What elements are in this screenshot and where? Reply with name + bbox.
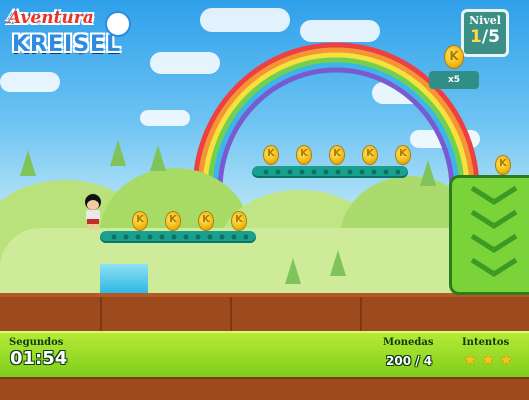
coin-multiplier: x5 — [429, 71, 479, 89]
logo-line2: KREISEL — [12, 32, 122, 57]
coin: K — [297, 146, 311, 164]
tries-label: Intentos — [462, 337, 510, 348]
compass-icon — [105, 11, 131, 37]
tree — [285, 258, 301, 284]
coin: K — [330, 146, 344, 164]
coins-label: Monedas — [383, 337, 434, 348]
star-icon: ★ — [463, 350, 478, 369]
player-character — [85, 194, 101, 230]
tree — [420, 160, 436, 186]
coin: K — [496, 156, 510, 174]
tree — [150, 145, 166, 171]
hud-bar — [0, 331, 529, 379]
star-icon: ★ — [481, 350, 496, 369]
platform-lower — [100, 231, 256, 243]
coin: K — [396, 146, 410, 164]
time-label: Segundos — [9, 337, 64, 348]
game-canvas[interactable]: K K K K K K K K K K Aventura KREISEL Niv… — [0, 0, 529, 400]
level-current: 1 — [470, 27, 482, 47]
tree — [330, 250, 346, 276]
green-block — [449, 175, 529, 295]
level-label: Nivel — [469, 14, 501, 27]
ground-strip — [0, 377, 529, 400]
ground — [0, 293, 529, 331]
coin: K — [232, 212, 246, 230]
coins-value: 200 / 4 — [386, 354, 433, 368]
platform-upper — [252, 166, 408, 178]
coin: K — [133, 212, 147, 230]
star-icon: ★ — [499, 350, 514, 369]
coin: K — [363, 146, 377, 164]
coin: K — [264, 146, 278, 164]
coin-icon: K — [445, 46, 463, 68]
water — [100, 264, 148, 294]
coin: K — [166, 212, 180, 230]
level-total: /5 — [481, 27, 500, 47]
coin: K — [199, 212, 213, 230]
game-logo: Aventura KREISEL — [8, 8, 131, 68]
tree — [20, 150, 36, 176]
logo-line1: Aventura — [8, 8, 94, 28]
time-value: 01:54 — [10, 348, 68, 369]
level-indicator: Nivel 1/5 — [461, 9, 509, 57]
tree — [110, 140, 126, 166]
